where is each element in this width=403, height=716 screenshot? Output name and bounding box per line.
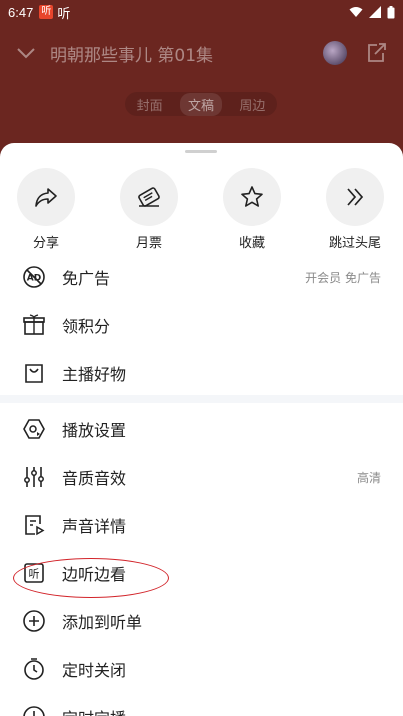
shopping-bag-icon <box>22 361 46 385</box>
menu-add-to-list[interactable]: 添加到听单 <box>0 597 403 645</box>
view-segment: 封面 文稿 周边 <box>125 92 277 116</box>
menu-label: 音质音效 <box>62 469 127 488</box>
favorite-label: 收藏 <box>238 236 265 251</box>
quick-actions-row: 分享 月票 收藏 跳过头尾 <box>0 168 403 251</box>
quick-skip[interactable]: 跳过头尾 <box>320 168 390 251</box>
document-play-icon <box>22 513 46 537</box>
play-settings-icon <box>22 417 46 441</box>
chevron-down-icon[interactable] <box>16 47 36 59</box>
quick-ticket[interactable]: 月票 <box>114 168 184 251</box>
star-circle <box>223 168 281 226</box>
annotation-ellipse <box>13 558 169 598</box>
menu-host-goods[interactable]: 主播好物 <box>0 349 403 397</box>
menu-label: 定时定播 <box>62 705 126 716</box>
menu-label: 添加到听单 <box>62 613 143 632</box>
segment-merch[interactable]: 周边 <box>239 95 265 114</box>
timer-icon <box>22 657 46 681</box>
app-badge-icon: 听 <box>39 5 54 19</box>
episode-title: 明朝那些事儿 第01集 <box>50 45 214 66</box>
gift-icon <box>22 313 46 337</box>
status-time: 6:47 <box>8 4 34 20</box>
menu-audio-details[interactable]: 声音详情 <box>0 501 403 549</box>
ticket-label: 月票 <box>135 236 162 251</box>
ticket-circle <box>120 168 178 226</box>
plus-circle-icon <box>22 609 46 633</box>
app-text: 听 <box>57 6 71 22</box>
no-ad-icon: AD <box>22 265 46 289</box>
section-divider <box>0 395 403 403</box>
segment-cover[interactable]: 封面 <box>137 95 163 114</box>
quick-favorite[interactable]: 收藏 <box>217 168 287 251</box>
menu-scheduled-play[interactable]: 定时定播 <box>0 693 403 716</box>
skip-label: 跳过头尾 <box>328 236 381 251</box>
skip-circle <box>326 168 384 226</box>
battery-icon <box>387 5 395 18</box>
menu-label: 免广告 <box>62 269 111 288</box>
menu-sleep-timer[interactable]: 定时关闭 <box>0 645 403 693</box>
share-icon <box>35 188 57 207</box>
share-edit-icon[interactable] <box>365 42 387 64</box>
ticket-icon <box>138 187 160 207</box>
menu-label: 声音详情 <box>62 517 127 536</box>
share-circle <box>17 168 75 226</box>
avatar[interactable] <box>323 41 347 65</box>
menu-hint: 高清 <box>356 470 381 485</box>
menu-label: 领积分 <box>62 317 111 336</box>
drag-handle[interactable] <box>185 150 217 153</box>
quick-share[interactable]: 分享 <box>11 168 81 251</box>
menu-no-ads[interactable]: AD 免广告 开会员 免广告 <box>0 253 403 301</box>
menu-earn-points[interactable]: 领积分 <box>0 301 403 349</box>
menu-label: 主播好物 <box>62 365 127 384</box>
equalizer-icon <box>22 465 46 489</box>
status-icons <box>349 5 395 19</box>
menu-audio-quality[interactable]: 音质音效 高清 <box>0 453 403 501</box>
menu-label: 定时关闭 <box>62 661 127 680</box>
star-icon <box>241 186 263 207</box>
segment-transcript[interactable]: 文稿 <box>179 92 222 116</box>
skip-icon <box>347 188 364 206</box>
wifi-icon <box>349 7 363 17</box>
more-actions-sheet: 分享 月票 收藏 跳过头尾 AD 免广告 开会员 免广告 领积分 主播好物 播放… <box>0 143 403 716</box>
status-bar: 6:47 听 听 <box>0 0 403 24</box>
player-header: 明朝那些事儿 第01集 <box>0 30 403 76</box>
menu-play-settings[interactable]: 播放设置 <box>0 405 403 453</box>
share-label: 分享 <box>32 236 59 251</box>
menu-label: 播放设置 <box>62 421 127 440</box>
menu-hint: 开会员 免广告 <box>305 270 381 285</box>
clock-icon <box>22 705 46 716</box>
signal-icon <box>369 6 381 18</box>
